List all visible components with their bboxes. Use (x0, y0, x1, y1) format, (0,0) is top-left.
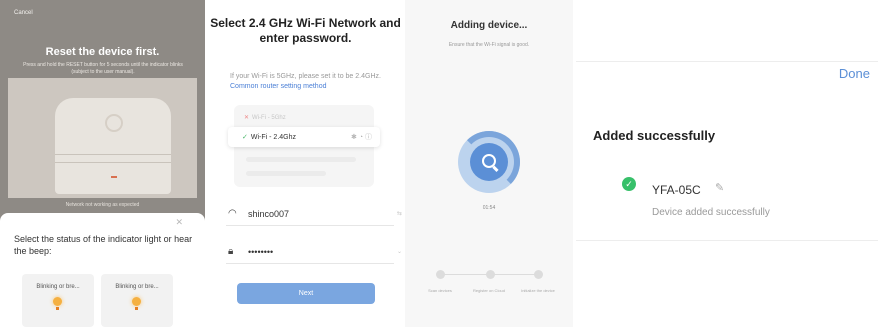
indicator-status-sheet: ✕ Select the status of the indicator lig… (0, 213, 205, 327)
step-label: Register on Cloud (472, 288, 506, 293)
option-blinking-2[interactable]: Blinking or bre... (101, 274, 173, 327)
added-success-screen: Done Added successfully ✓ YFA-05C ✎ Devi… (576, 0, 878, 327)
light-bulb-icon (132, 297, 141, 306)
step-dot (534, 270, 543, 279)
reset-caption: Network not working as expected (65, 202, 140, 208)
router-setting-link[interactable]: Common router setting method (230, 83, 327, 90)
pencil-icon[interactable]: ✎ (715, 181, 724, 194)
step-label: Scan devices (428, 288, 452, 293)
check-circle-icon: ✓ (622, 177, 636, 191)
switch-network-icon[interactable]: ⇆ (397, 210, 402, 217)
wifi-note: If your Wi-Fi is 5GHz, please set it to … (230, 72, 390, 92)
reset-title: Reset the device first. (45, 46, 160, 58)
network-5g-row: ✕ Wi-Fi - 5Ghz (244, 114, 286, 121)
step-dot-active (436, 270, 445, 279)
wifi-name-value: shinco007 (248, 209, 290, 219)
password-field[interactable]: 🔒︎ •••••••• ⌄ (226, 242, 402, 264)
search-icon (470, 143, 508, 181)
show-password-icon[interactable]: ⌄ (397, 248, 402, 255)
wifi-title: Select 2.4 GHz Wi-Fi Network and enter p… (210, 16, 401, 45)
done-button[interactable]: Done (839, 66, 870, 81)
wifi-note-text: If your Wi-Fi is 5GHz, please set it to … (230, 73, 381, 80)
reset-description: Press and hold the RESET button for 5 se… (23, 62, 183, 75)
network-24g-label: Wi-Fi - 2.4Ghz (250, 134, 296, 141)
next-button[interactable]: Next (237, 283, 375, 304)
close-icon[interactable]: ✕ (175, 217, 183, 228)
wifi-band-illustration: ✕ Wi-Fi - 5Ghz ✓ Wi-Fi - 2.4Ghz ✱ ◔ ⓘ (228, 105, 380, 187)
signal-info-icon: ✱ ◔ ⓘ (351, 134, 372, 141)
cross-icon: ✕ (244, 115, 250, 121)
reset-device-screen: Cancel Reset the device first. Press and… (0, 0, 205, 327)
adding-device-screen: Adding device... Ensure that the Wi-Fi s… (405, 0, 573, 327)
wifi-logo-icon (105, 114, 123, 132)
router-image (55, 98, 171, 194)
indicator-light (111, 176, 117, 178)
adding-title: Adding device... (450, 20, 528, 31)
device-status: Device added successfully (652, 207, 770, 218)
wifi-icon: ◠ (228, 208, 237, 219)
password-value: •••••••• (248, 247, 274, 257)
check-icon: ✓ (242, 134, 248, 141)
option-label: Blinking or bre... (115, 284, 159, 290)
network-5g-label: Wi-Fi - 5Ghz (252, 115, 286, 121)
network-24g-row: ✓ Wi-Fi - 2.4Ghz ✱ ◔ ⓘ (228, 127, 380, 147)
option-blinking-1[interactable]: Blinking or bre... (22, 274, 94, 327)
cancel-button[interactable]: Cancel (14, 10, 33, 16)
lock-icon: 🔒︎ (228, 246, 234, 257)
router-illustration (8, 78, 197, 198)
light-bulb-icon (53, 297, 62, 306)
wifi-setup-screen: Select 2.4 GHz Wi-Fi Network and enter p… (208, 0, 403, 327)
success-heading: Added successfully (593, 128, 716, 143)
step-label: Initialize the device (521, 288, 555, 293)
adding-subtitle: Ensure that the Wi-Fi signal is good. (448, 42, 530, 48)
search-progress-ring (458, 131, 520, 193)
step-dot (486, 270, 495, 279)
countdown-timer: 01:54 (482, 205, 496, 211)
wifi-name-field[interactable]: ◠ shinco007 ⇆ (226, 204, 402, 226)
option-label: Blinking or bre... (36, 284, 80, 290)
device-name: YFA-05C (652, 183, 701, 197)
indicator-question: Select the status of the indicator light… (14, 234, 193, 256)
